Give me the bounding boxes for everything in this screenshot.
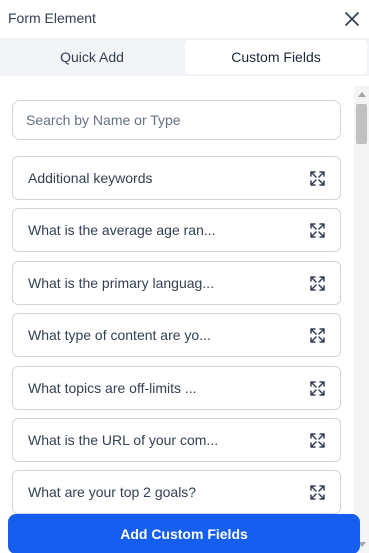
scroll-up-arrow-icon[interactable]: [358, 92, 366, 97]
tab-quick-add[interactable]: Quick Add: [2, 40, 182, 74]
field-item[interactable]: What is the average age ran...: [12, 208, 341, 252]
tab-custom-fields[interactable]: Custom Fields: [185, 40, 367, 74]
close-icon[interactable]: [343, 10, 361, 28]
search-box: [12, 100, 341, 140]
field-label: What topics are off-limits ...: [28, 380, 197, 396]
expand-icon[interactable]: [310, 381, 325, 396]
expand-icon[interactable]: [310, 171, 325, 186]
field-label: What type of content are yo...: [28, 327, 211, 343]
field-label: What are your top 2 goals?: [28, 484, 197, 500]
custom-fields-panel: Additional keywords What is the average …: [0, 86, 369, 553]
field-item[interactable]: What type of content are yo...: [12, 313, 341, 357]
field-item[interactable]: Additional keywords: [12, 156, 341, 200]
scrollbar[interactable]: [354, 86, 369, 553]
expand-icon[interactable]: [310, 276, 325, 291]
search-input[interactable]: [13, 101, 340, 139]
panel-title: Form Element: [8, 10, 96, 26]
field-item[interactable]: What topics are off-limits ...: [12, 366, 341, 410]
field-label: What is the average age ran...: [28, 222, 216, 238]
field-label: What is the primary languag...: [28, 275, 214, 291]
field-label: What is the URL of your com...: [28, 432, 219, 448]
panel-header: Form Element: [0, 0, 369, 38]
field-item[interactable]: What is the primary languag...: [12, 261, 341, 305]
field-label: Additional keywords: [28, 170, 153, 186]
expand-icon[interactable]: [310, 433, 325, 448]
tab-bar: Quick Add Custom Fields: [0, 38, 369, 76]
add-custom-fields-button[interactable]: Add Custom Fields: [8, 514, 360, 553]
expand-icon[interactable]: [310, 223, 325, 238]
field-item[interactable]: What are your top 2 goals?: [12, 470, 341, 514]
expand-icon[interactable]: [310, 485, 325, 500]
scrollbar-thumb[interactable]: [356, 104, 367, 144]
field-item[interactable]: What is the URL of your com...: [12, 418, 341, 462]
expand-icon[interactable]: [310, 328, 325, 343]
